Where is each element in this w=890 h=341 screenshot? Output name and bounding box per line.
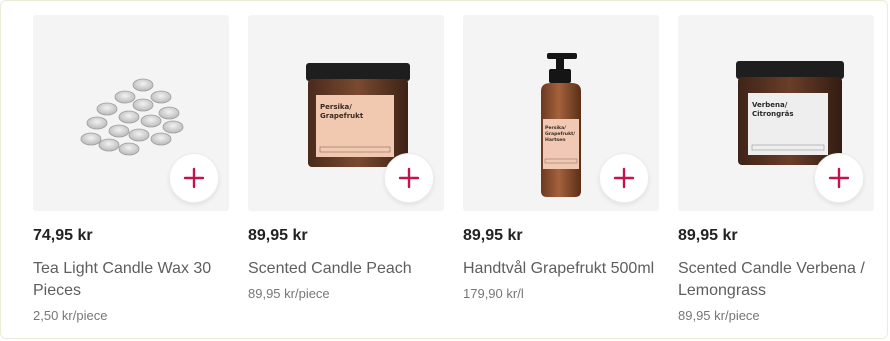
jar-label-line: Citrongräs — [752, 110, 793, 118]
product-card[interactable]: 74,95 kr Tea Light Candle Wax 30 Pieces … — [33, 15, 229, 324]
plus-icon — [398, 167, 420, 189]
bottle-label-line: Grapefrukt/ — [545, 131, 575, 137]
product-card[interactable]: Persika/ Grapefrukt 89,95 kr Scented Can… — [248, 15, 444, 324]
bottle-label-line: Persika/ — [545, 125, 566, 131]
plus-icon — [183, 167, 205, 189]
product-price: 74,95 kr — [33, 227, 93, 244]
product-name[interactable]: Scented Candle Peach — [248, 258, 444, 280]
product-image-area[interactable] — [33, 15, 229, 211]
add-to-cart-button[interactable] — [599, 153, 649, 203]
jar-label-line: Verbena/ — [752, 101, 788, 109]
product-image-area[interactable]: Verbena/ Citrongräs — [678, 15, 874, 211]
add-to-cart-button[interactable] — [814, 153, 864, 203]
product-card[interactable]: Verbena/ Citrongräs 89,95 kr Scented Can… — [678, 15, 874, 324]
product-name[interactable]: Scented Candle Verbena / Lemongrass — [678, 258, 874, 302]
product-price: 89,95 kr — [678, 227, 738, 244]
product-price: 89,95 kr — [463, 227, 523, 244]
unit-price: 2,50 kr/piece — [33, 308, 108, 323]
jar-label-line: Persika/ — [320, 103, 352, 111]
product-image-area[interactable]: Persika/ Grapefrukt — [248, 15, 444, 211]
product-name[interactable]: Handtvål Grapefrukt 500ml — [463, 258, 659, 280]
add-to-cart-button[interactable] — [169, 153, 219, 203]
unit-price: 89,95 kr/piece — [248, 286, 330, 301]
unit-price: 179,90 kr/l — [463, 286, 524, 301]
bottle-label-line: Hartsen — [545, 137, 566, 143]
product-card[interactable]: Persika/ Grapefrukt/ Hartsen 89,95 kr Ha… — [463, 15, 659, 324]
add-to-cart-button[interactable] — [384, 153, 434, 203]
product-name[interactable]: Tea Light Candle Wax 30 Pieces — [33, 258, 229, 302]
plus-icon — [613, 167, 635, 189]
product-grid: 74,95 kr Tea Light Candle Wax 30 Pieces … — [33, 15, 874, 324]
unit-price: 89,95 kr/piece — [678, 308, 760, 323]
plus-icon — [828, 167, 850, 189]
product-image-area[interactable]: Persika/ Grapefrukt/ Hartsen — [463, 15, 659, 211]
product-price: 89,95 kr — [248, 227, 308, 244]
jar-label-line: Grapefrukt — [320, 112, 364, 120]
